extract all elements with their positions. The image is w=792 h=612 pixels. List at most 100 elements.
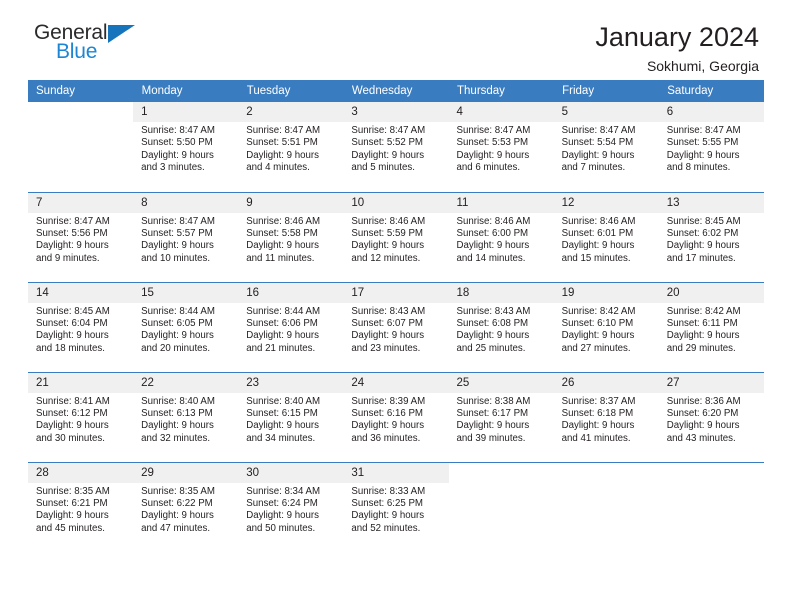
daylight-duration-line1: Daylight: 9 hours [351,420,425,432]
calendar-day-cell[interactable]: 15 Sunrise: 8:44 AM Sunset: 6:05 PM Dayligh… [133,281,239,372]
calendar-day-cell[interactable]: 7 Sunrise: 8:47 AM Sunset: 5:56 PM Daylight… [28,191,134,282]
daylight-duration-line1: Daylight: 9 hours [666,149,740,161]
daylight-duration-line2: and 47 minutes. [141,522,211,534]
daylight-duration-line2: and 30 minutes. [36,432,105,444]
sunrise-time: Sunrise: 8:47 AM [561,125,636,136]
sunrise-time: Sunrise: 8:44 AM [141,305,215,317]
daylight-duration-line2: and 8 minutes. [666,162,731,174]
sunrise-time: Sunrise: 8:47 AM [141,215,215,227]
sunrise-time: Sunrise: 8:47 AM [246,125,321,136]
sunrise-time: Sunrise: 8:34 AM [246,485,321,497]
day-details: Sunrise: 8:47 AM Sunset: 5:51 PM Daylight:… [238,122,343,175]
calendar-day-cell[interactable]: 30 Sunrise: 8:34 AM Sunset: 6:24 PM Dayligh… [238,461,344,552]
day-details: Sunrise: 8:45 AM Sunset: 6:04 PM Daylight:… [28,303,133,356]
day-details: Sunrise: 8:47 AM Sunset: 5:57 PM Daylight:… [133,213,238,266]
day-number: 28 [28,462,134,483]
page-subtitle-location: Sokhumi, Georgia [646,58,759,74]
day-number: 30 [238,462,344,483]
day-details: Sunrise: 8:47 AM Sunset: 5:52 PM Daylight:… [343,122,448,175]
calendar-day-cell[interactable]: 19 Sunrise: 8:42 AM Sunset: 6:10 PM Dayligh… [553,281,659,372]
calendar-day-cell[interactable]: 16 Sunrise: 8:44 AM Sunset: 6:06 PM Dayligh… [238,281,344,372]
day-details: Sunrise: 8:35 AM Sunset: 6:21 PM Daylight:… [28,483,133,536]
calendar-day-cell[interactable]: 12 Sunrise: 8:46 AM Sunset: 6:01 PM Dayligh… [553,191,659,282]
calendar-day-cell[interactable]: 29 Sunrise: 8:35 AM Sunset: 6:22 PM Dayligh… [133,461,239,552]
sunrise-time: Sunrise: 8:38 AM [456,395,531,407]
day-details: Sunrise: 8:36 AM Sunset: 6:20 PM Daylight:… [659,393,764,446]
weekday-header-wednesday: Wednesday [343,80,450,102]
day-number: 27 [658,372,764,393]
generalblue-logo[interactable]: General Blue [28,22,140,68]
day-number: 8 [133,192,239,213]
day-details: Sunrise: 8:33 AM Sunset: 6:25 PM Daylight:… [343,483,448,536]
day-number: 13 [658,192,764,213]
day-number: 17 [343,282,449,303]
calendar-day-cell[interactable]: 10 Sunrise: 8:46 AM Sunset: 5:59 PM Dayligh… [343,191,449,282]
sunset-time: Sunset: 6:15 PM [246,407,318,419]
day-details: Sunrise: 8:47 AM Sunset: 5:50 PM Daylight:… [133,122,238,175]
sunrise-time: Sunrise: 8:37 AM [561,395,636,407]
day-number [448,462,554,483]
sunset-time: Sunset: 5:56 PM [36,227,108,239]
daylight-duration-line2: and 12 minutes. [351,252,421,264]
calendar-week-row: 1 Sunrise: 8:47 AM Sunset: 5:50 PM Daylight… [28,102,764,192]
day-details: Sunrise: 8:40 AM Sunset: 6:15 PM Daylight:… [238,393,343,446]
calendar-day-cell[interactable]: 31 Sunrise: 8:33 AM Sunset: 6:25 PM Dayligh… [343,461,449,552]
title-block: January 2024 Sokhumi, Georgia [595,22,764,76]
daylight-duration-line2: and 17 minutes. [666,252,736,264]
calendar-day-cell[interactable]: 8 Sunrise: 8:47 AM Sunset: 5:57 PM Daylight… [133,191,239,282]
calendar-day-cell[interactable]: 20 Sunrise: 8:42 AM Sunset: 6:11 PM Dayligh… [658,281,764,372]
daylight-duration-line2: and 25 minutes. [456,342,526,354]
sunset-time: Sunset: 6:22 PM [141,497,213,509]
sunrise-time: Sunrise: 8:33 AM [351,485,426,497]
calendar-day-cell[interactable]: 22 Sunrise: 8:40 AM Sunset: 6:13 PM Dayligh… [133,371,239,462]
calendar-day-cell-empty [448,461,554,552]
sunset-time: Sunset: 5:52 PM [351,137,423,149]
sunrise-time: Sunrise: 8:41 AM [36,395,110,407]
sunset-time: Sunset: 5:54 PM [561,137,634,149]
sunset-time: Sunset: 6:07 PM [351,317,423,329]
calendar-day-cell[interactable]: 4 Sunrise: 8:47 AM Sunset: 5:53 PM Daylight… [448,102,554,192]
sunset-time: Sunset: 5:53 PM [456,137,529,149]
calendar-day-cell[interactable]: 24 Sunrise: 8:39 AM Sunset: 6:16 PM Dayligh… [343,371,449,462]
sunrise-time: Sunrise: 8:47 AM [456,125,531,136]
calendar-day-cell-empty [28,102,134,192]
calendar-day-cell[interactable]: 9 Sunrise: 8:46 AM Sunset: 5:58 PM Daylight… [238,191,344,282]
day-number: 15 [133,282,239,303]
calendar-day-cell[interactable]: 18 Sunrise: 8:43 AM Sunset: 6:08 PM Dayligh… [448,281,554,372]
daylight-duration-line1: Daylight: 9 hours [246,240,319,252]
daylight-duration-line2: and 15 minutes. [561,252,631,264]
calendar-day-cell[interactable]: 3 Sunrise: 8:47 AM Sunset: 5:52 PM Daylight… [343,102,449,192]
calendar-day-cell[interactable]: 2 Sunrise: 8:47 AM Sunset: 5:51 PM Daylight… [238,102,344,192]
sunrise-time: Sunrise: 8:47 AM [141,125,215,136]
day-number: 21 [28,372,134,393]
sunrise-time: Sunrise: 8:35 AM [141,485,215,497]
calendar-week-row: 21 Sunrise: 8:41 AM Sunset: 6:12 PM Dayligh… [28,371,764,462]
calendar-day-cell[interactable]: 5 Sunrise: 8:47 AM Sunset: 5:54 PM Daylight… [553,102,659,192]
daylight-duration-line1: Daylight: 9 hours [141,330,214,342]
calendar-day-cell[interactable]: 11 Sunrise: 8:46 AM Sunset: 6:00 PM Dayligh… [448,191,554,282]
daylight-duration-line2: and 32 minutes. [141,432,211,444]
daylight-duration-line1: Daylight: 9 hours [141,420,214,432]
calendar-day-cell[interactable]: 21 Sunrise: 8:41 AM Sunset: 6:12 PM Dayligh… [28,371,134,462]
day-number: 26 [553,372,659,393]
daylight-duration-line1: Daylight: 9 hours [141,149,214,161]
calendar-day-cell[interactable]: 25 Sunrise: 8:38 AM Sunset: 6:17 PM Dayligh… [448,371,554,462]
weekday-header-thursday: Thursday [448,80,555,102]
daylight-duration-line1: Daylight: 9 hours [561,240,635,252]
calendar-day-cell[interactable]: 14 Sunrise: 8:45 AM Sunset: 6:04 PM Dayligh… [28,281,134,372]
calendar-day-cell[interactable]: 26 Sunrise: 8:37 AM Sunset: 6:18 PM Dayligh… [553,371,659,462]
daylight-duration-line2: and 18 minutes. [36,342,105,354]
calendar-day-cell[interactable]: 6 Sunrise: 8:47 AM Sunset: 5:55 PM Daylight… [658,102,764,192]
calendar-day-cell[interactable]: 13 Sunrise: 8:45 AM Sunset: 6:02 PM Dayligh… [658,191,764,282]
calendar-day-cell[interactable]: 28 Sunrise: 8:35 AM Sunset: 6:21 PM Dayligh… [28,461,134,552]
calendar-day-cell[interactable]: 1 Sunrise: 8:47 AM Sunset: 5:50 PM Daylight… [133,102,239,192]
calendar-day-cell[interactable]: 17 Sunrise: 8:43 AM Sunset: 6:07 PM Dayligh… [343,281,449,372]
sunset-time: Sunset: 6:17 PM [456,407,529,419]
daylight-duration-line2: and 6 minutes. [456,162,521,174]
weekday-header-tuesday: Tuesday [238,80,344,102]
day-number: 2 [238,102,344,122]
day-details: Sunrise: 8:42 AM Sunset: 6:10 PM Daylight:… [554,303,659,356]
calendar-day-cell[interactable]: 23 Sunrise: 8:40 AM Sunset: 6:15 PM Dayligh… [238,371,344,462]
calendar-day-cell[interactable]: 27 Sunrise: 8:36 AM Sunset: 6:20 PM Dayligh… [658,371,764,462]
day-number: 9 [238,192,344,213]
